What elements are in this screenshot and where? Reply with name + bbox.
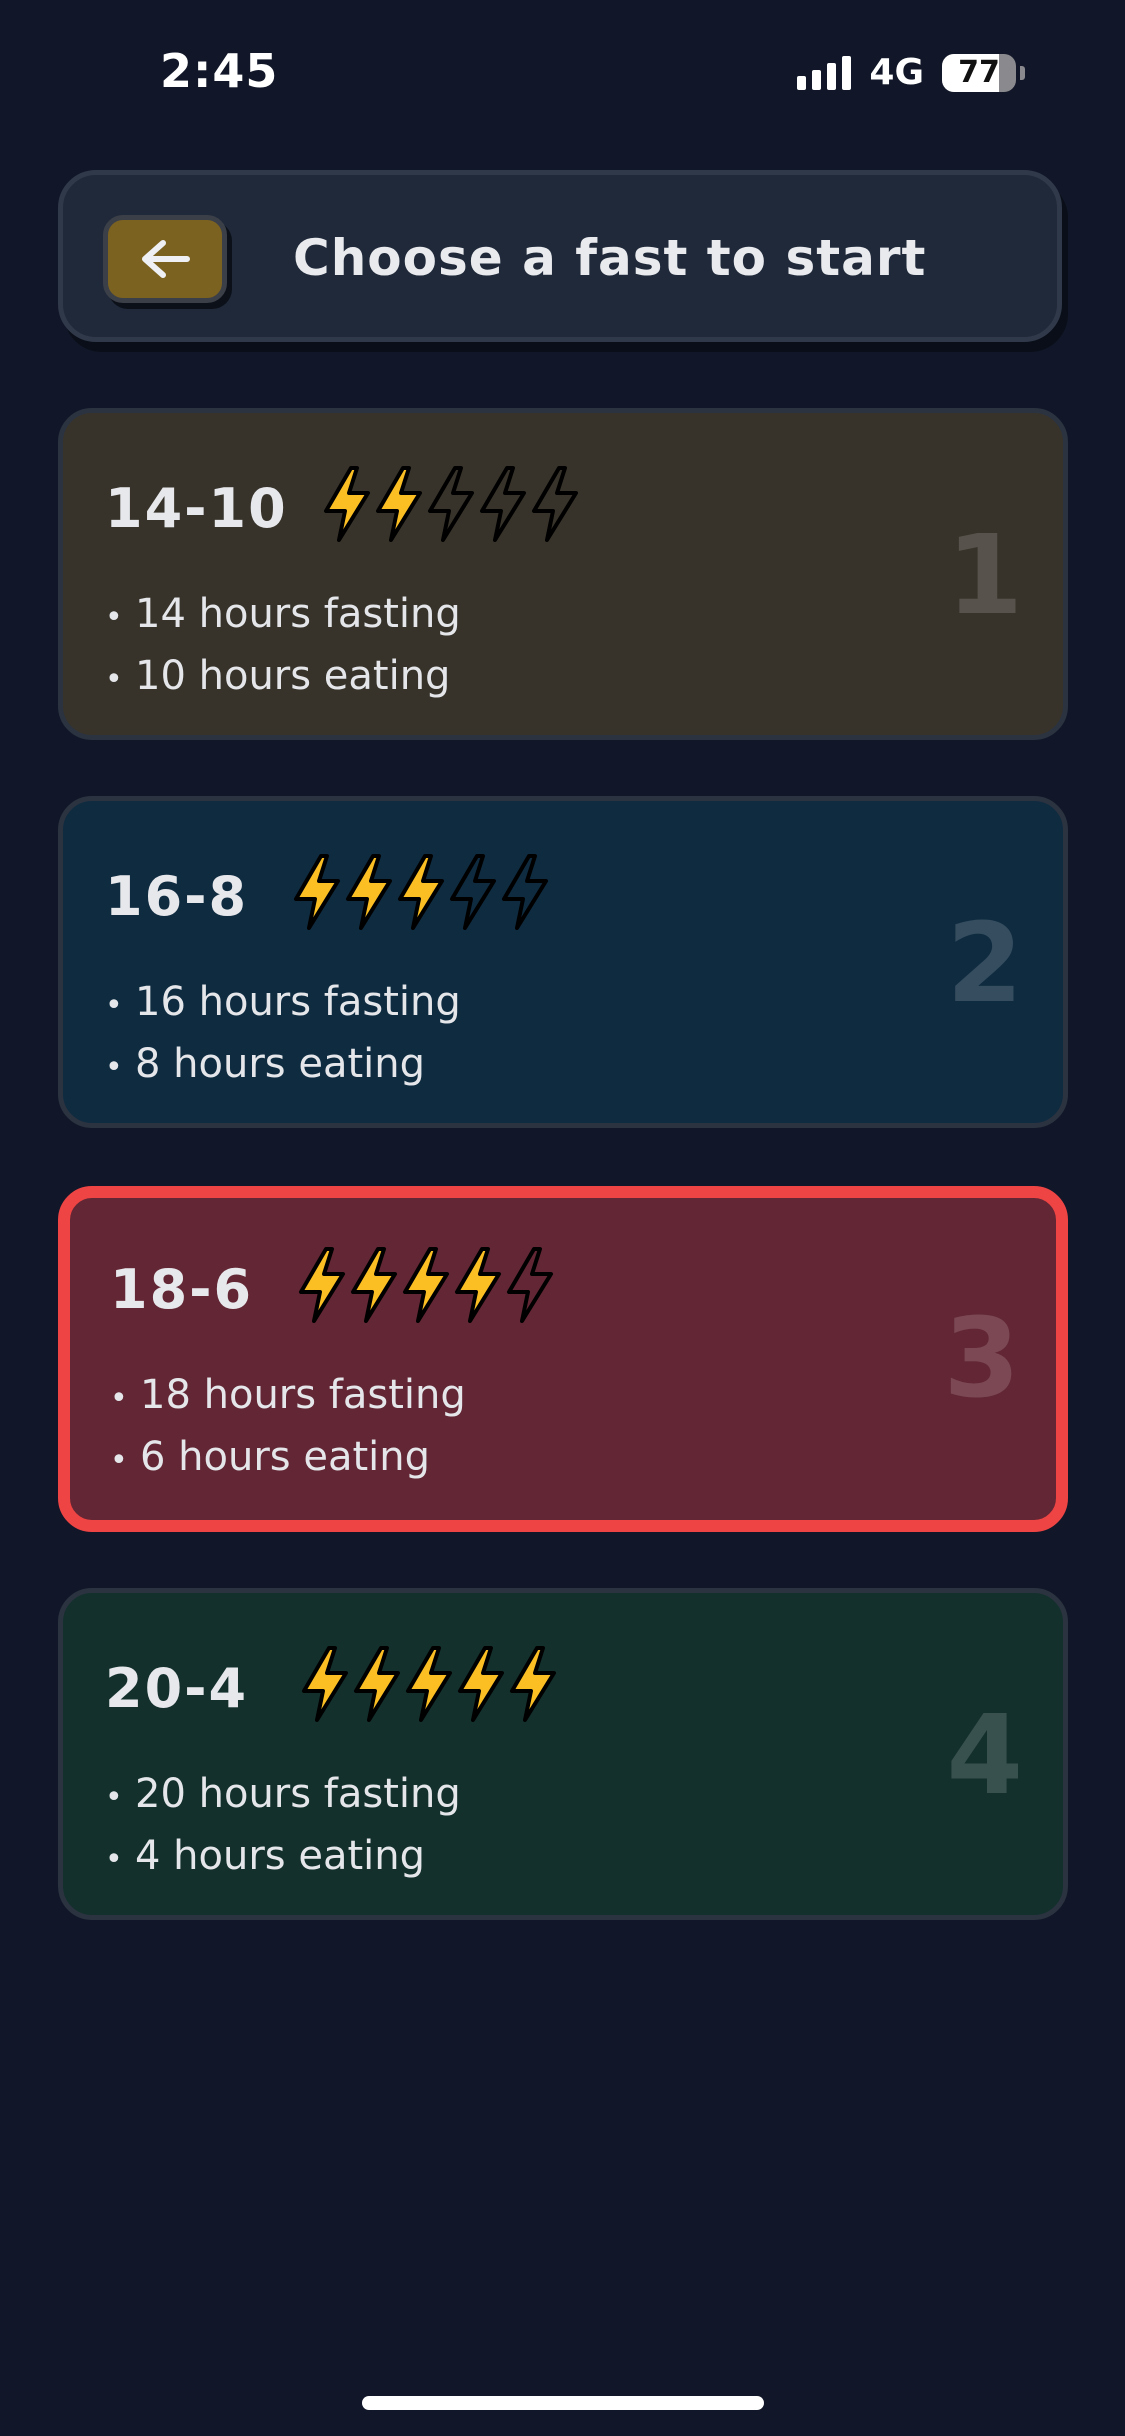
fast-card-16-8[interactable]: 16-8 16 hours fasting 8 hours eating 2 — [58, 796, 1068, 1128]
fasting-hours: 20 hours fasting — [105, 1765, 461, 1827]
lightning-bolt-filled-icon — [455, 1247, 501, 1323]
lightning-bolt-filled-icon — [324, 466, 370, 542]
intensity-rating — [291, 853, 551, 931]
intensity-rating — [321, 465, 581, 543]
status-indicators: 4G 77 — [797, 52, 1025, 93]
fast-number: 2 — [946, 899, 1023, 1027]
network-type: 4G — [869, 52, 924, 93]
battery-icon: 77 — [942, 53, 1016, 92]
lightning-bolt-filled-icon — [346, 854, 392, 930]
fasting-hours: 14 hours fasting — [105, 585, 461, 647]
cellular-signal-icon — [797, 55, 852, 90]
arrow-left-icon — [142, 240, 190, 278]
fast-name: 18-6 — [110, 1258, 254, 1321]
lightning-bolt-filled-icon — [351, 1247, 397, 1323]
fast-number: 4 — [946, 1691, 1023, 1819]
intensity-rating — [299, 1645, 559, 1723]
lightning-bolt-filled-icon — [299, 1247, 345, 1323]
lightning-bolt-empty-icon — [450, 854, 496, 930]
lightning-bolt-empty-icon — [480, 466, 526, 542]
battery-percentage: 77 — [958, 55, 1000, 90]
fast-card-18-6[interactable]: 18-6 18 hours fasting 6 hours eating 3 — [58, 1186, 1068, 1532]
fast-details: 20 hours fasting 4 hours eating — [105, 1765, 461, 1889]
fast-card-20-4[interactable]: 20-4 20 hours fasting 4 hours eating 4 — [58, 1588, 1068, 1920]
lightning-bolt-filled-icon — [376, 466, 422, 542]
battery-cap — [1020, 65, 1025, 80]
page-title: Choose a fast to start — [293, 229, 927, 287]
fast-details: 18 hours fasting 6 hours eating — [110, 1366, 466, 1490]
home-indicator[interactable] — [362, 2396, 764, 2410]
lightning-bolt-filled-icon — [354, 1646, 400, 1722]
fast-details: 14 hours fasting 10 hours eating — [105, 585, 461, 709]
header-card: Choose a fast to start — [58, 170, 1062, 342]
lightning-bolt-filled-icon — [398, 854, 444, 930]
lightning-bolt-filled-icon — [302, 1646, 348, 1722]
lightning-bolt-filled-icon — [510, 1646, 556, 1722]
status-time: 2:45 — [160, 44, 279, 98]
lightning-bolt-empty-icon — [507, 1247, 553, 1323]
lightning-bolt-empty-icon — [532, 466, 578, 542]
back-button[interactable] — [103, 215, 227, 303]
intensity-rating — [296, 1246, 556, 1324]
fast-number: 1 — [946, 511, 1023, 639]
fast-name: 20-4 — [105, 1657, 249, 1720]
lightning-bolt-filled-icon — [458, 1646, 504, 1722]
lightning-bolt-filled-icon — [294, 854, 340, 930]
fast-name: 14-10 — [105, 477, 288, 540]
lightning-bolt-empty-icon — [428, 466, 474, 542]
fasting-hours: 18 hours fasting — [110, 1366, 466, 1428]
fast-details: 16 hours fasting 8 hours eating — [105, 973, 461, 1097]
fast-card-14-10[interactable]: 14-10 14 hours fasting 10 hours eating 1 — [58, 408, 1068, 740]
lightning-bolt-filled-icon — [403, 1247, 449, 1323]
fasting-hours: 16 hours fasting — [105, 973, 461, 1035]
fast-number: 3 — [943, 1294, 1020, 1422]
fast-name: 16-8 — [105, 865, 249, 928]
eating-hours: 10 hours eating — [105, 647, 461, 709]
eating-hours: 8 hours eating — [105, 1035, 461, 1097]
lightning-bolt-filled-icon — [406, 1646, 452, 1722]
status-bar: 2:45 4G 77 — [0, 0, 1125, 150]
lightning-bolt-empty-icon — [502, 854, 548, 930]
eating-hours: 6 hours eating — [110, 1428, 466, 1490]
eating-hours: 4 hours eating — [105, 1827, 461, 1889]
